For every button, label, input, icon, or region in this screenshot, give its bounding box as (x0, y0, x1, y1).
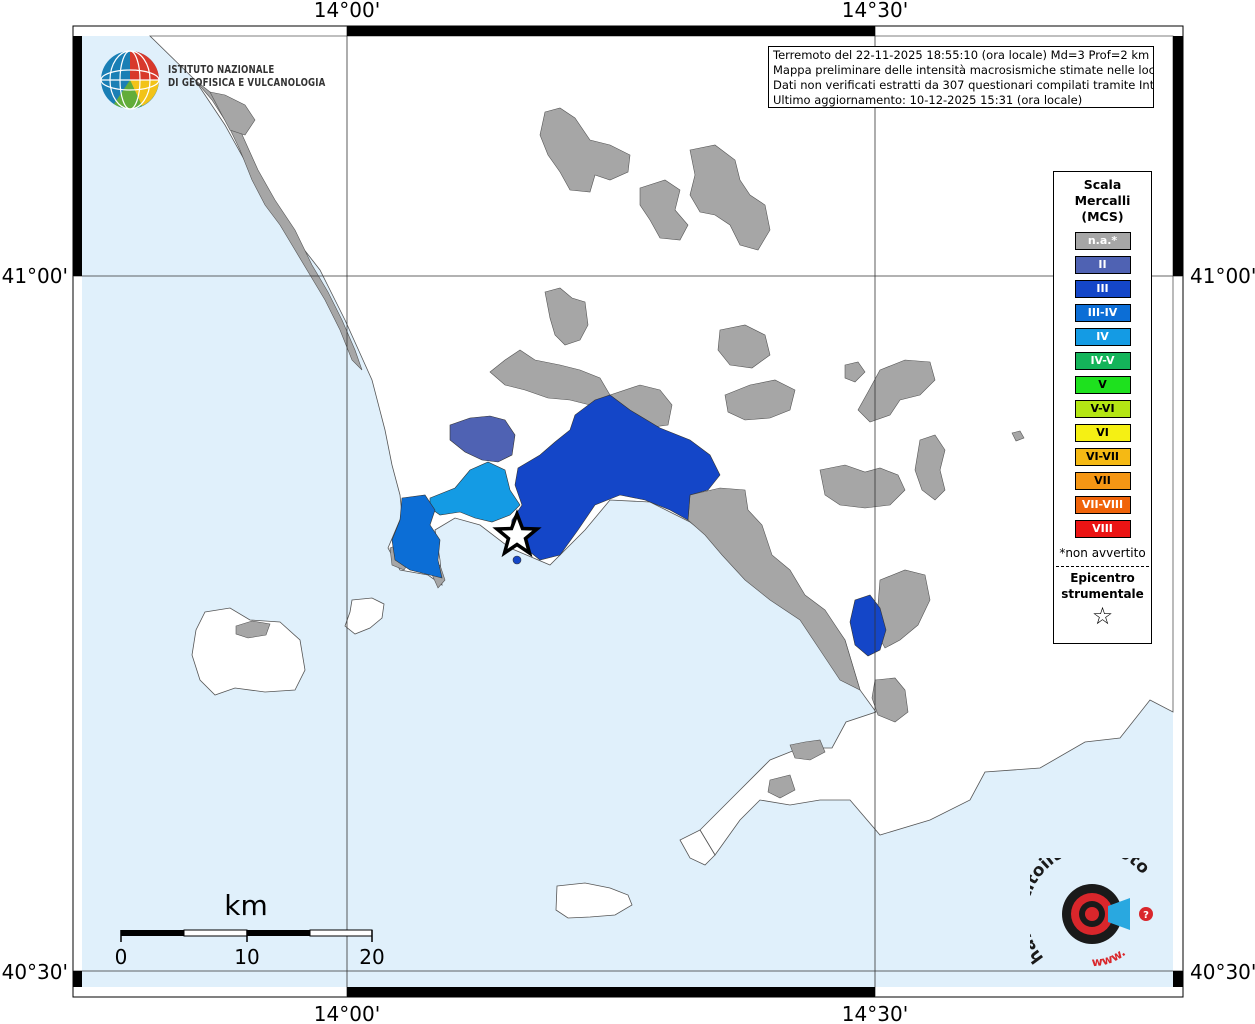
legend-items: n.a.* II III III-IV IV IV-V V V-VI VI VI-VII VII VI… (1054, 232, 1151, 538)
svg-text:?: ? (1143, 910, 1149, 921)
legend-title-line3: (MCS) (1081, 209, 1124, 224)
lat-label-upper-right: 41°00' (1190, 264, 1255, 288)
lon-label-top-left: 14°00' (314, 0, 380, 22)
legend-epicenter-label: Epicentro strumentale (1054, 570, 1151, 602)
scale-tick-20: 20 (359, 945, 384, 969)
info-line-3: Dati non verificati estratti da 307 ques… (773, 78, 1154, 92)
star-icon: ☆ (1091, 602, 1114, 630)
area-intensity-iii-small (512, 555, 522, 565)
legend-item-v-vi: V-VI (1074, 400, 1131, 418)
scale-tick-10: 10 (234, 945, 259, 969)
legend-item-vii: VII (1074, 472, 1131, 490)
site-logo-url: www. (1091, 945, 1128, 969)
svg-text:www.: www. (1091, 945, 1128, 969)
legend-item-iii: III (1074, 280, 1131, 298)
legend-epicenter-line1: Epicentro (1070, 571, 1135, 585)
legend-item-iii-iv: III-IV (1074, 304, 1131, 322)
frame-bar-right-2 (1173, 971, 1183, 987)
institute-name-line1: ISTITUTO NAZIONALE (168, 64, 275, 76)
legend-item-iv: IV (1074, 328, 1131, 346)
legend-title: Scala Mercalli (MCS) (1054, 177, 1151, 225)
legend-title-line1: Scala (1083, 177, 1122, 192)
legend-item-v: V (1074, 376, 1131, 394)
lon-label-top-right: 14°30' (842, 0, 908, 22)
lon-label-bottom-left: 14°00' (314, 1002, 380, 1024)
legend-item-n-a: n.a.* (1074, 232, 1131, 250)
legend-item-iv-v: IV-V (1074, 352, 1131, 370)
legend-item-vii-viii: VII-VIII (1074, 496, 1131, 514)
scale-unit: km (224, 889, 268, 922)
legend-item-vi-vii: VI-VII (1074, 448, 1131, 466)
legend-note: *non avvertito (1059, 546, 1146, 560)
scale-tick-0: 0 (115, 945, 128, 969)
frame-bar-left-1 (73, 36, 82, 276)
institute-name-line2: DI GEOFISICA E VULCANOLOGIA (168, 77, 326, 89)
info-line-4: Ultimo aggiornamento: 10-12-2025 15:31 (… (773, 93, 1083, 107)
mcs-legend: Scala Mercalli (MCS) n.a.* II III III-IV IV I… (1053, 171, 1152, 644)
institute-name: ISTITUTO NAZIONALE DI GEOFISICA E VULCAN… (168, 64, 325, 90)
info-line-2: Mappa preliminare delle intensità macros… (773, 63, 1154, 77)
legend-divider (1056, 566, 1149, 567)
ingv-globe-icon (100, 50, 160, 110)
legend-item-viii: VIII (1074, 520, 1131, 538)
legend-epicenter-line2: strumentale (1061, 587, 1144, 601)
frame-bar-top (347, 26, 875, 36)
lat-label-lower-right: 40°30' (1190, 960, 1255, 984)
info-line-1: Terremoto del 22-11-2025 18:55:10 (ora l… (773, 48, 1150, 62)
frame-bar-right-1 (1173, 36, 1183, 276)
haisentito-logo-icon: ? haisentitoilterremoto.it www. (1030, 858, 1154, 969)
legend-item-vi: VI (1074, 424, 1131, 442)
lat-label-upper-left: 41°00' (2, 264, 68, 288)
earthquake-info-box: Terremoto del 22-11-2025 18:55:10 (ora l… (768, 46, 1154, 108)
lat-label-lower-left: 40°30' (2, 960, 68, 984)
frame-bar-left-2 (73, 971, 82, 987)
frame-bar-bottom (347, 987, 875, 997)
legend-title-line2: Mercalli (1074, 193, 1131, 208)
lon-label-bottom-right: 14°30' (842, 1002, 908, 1024)
legend-item-ii: II (1074, 256, 1131, 274)
